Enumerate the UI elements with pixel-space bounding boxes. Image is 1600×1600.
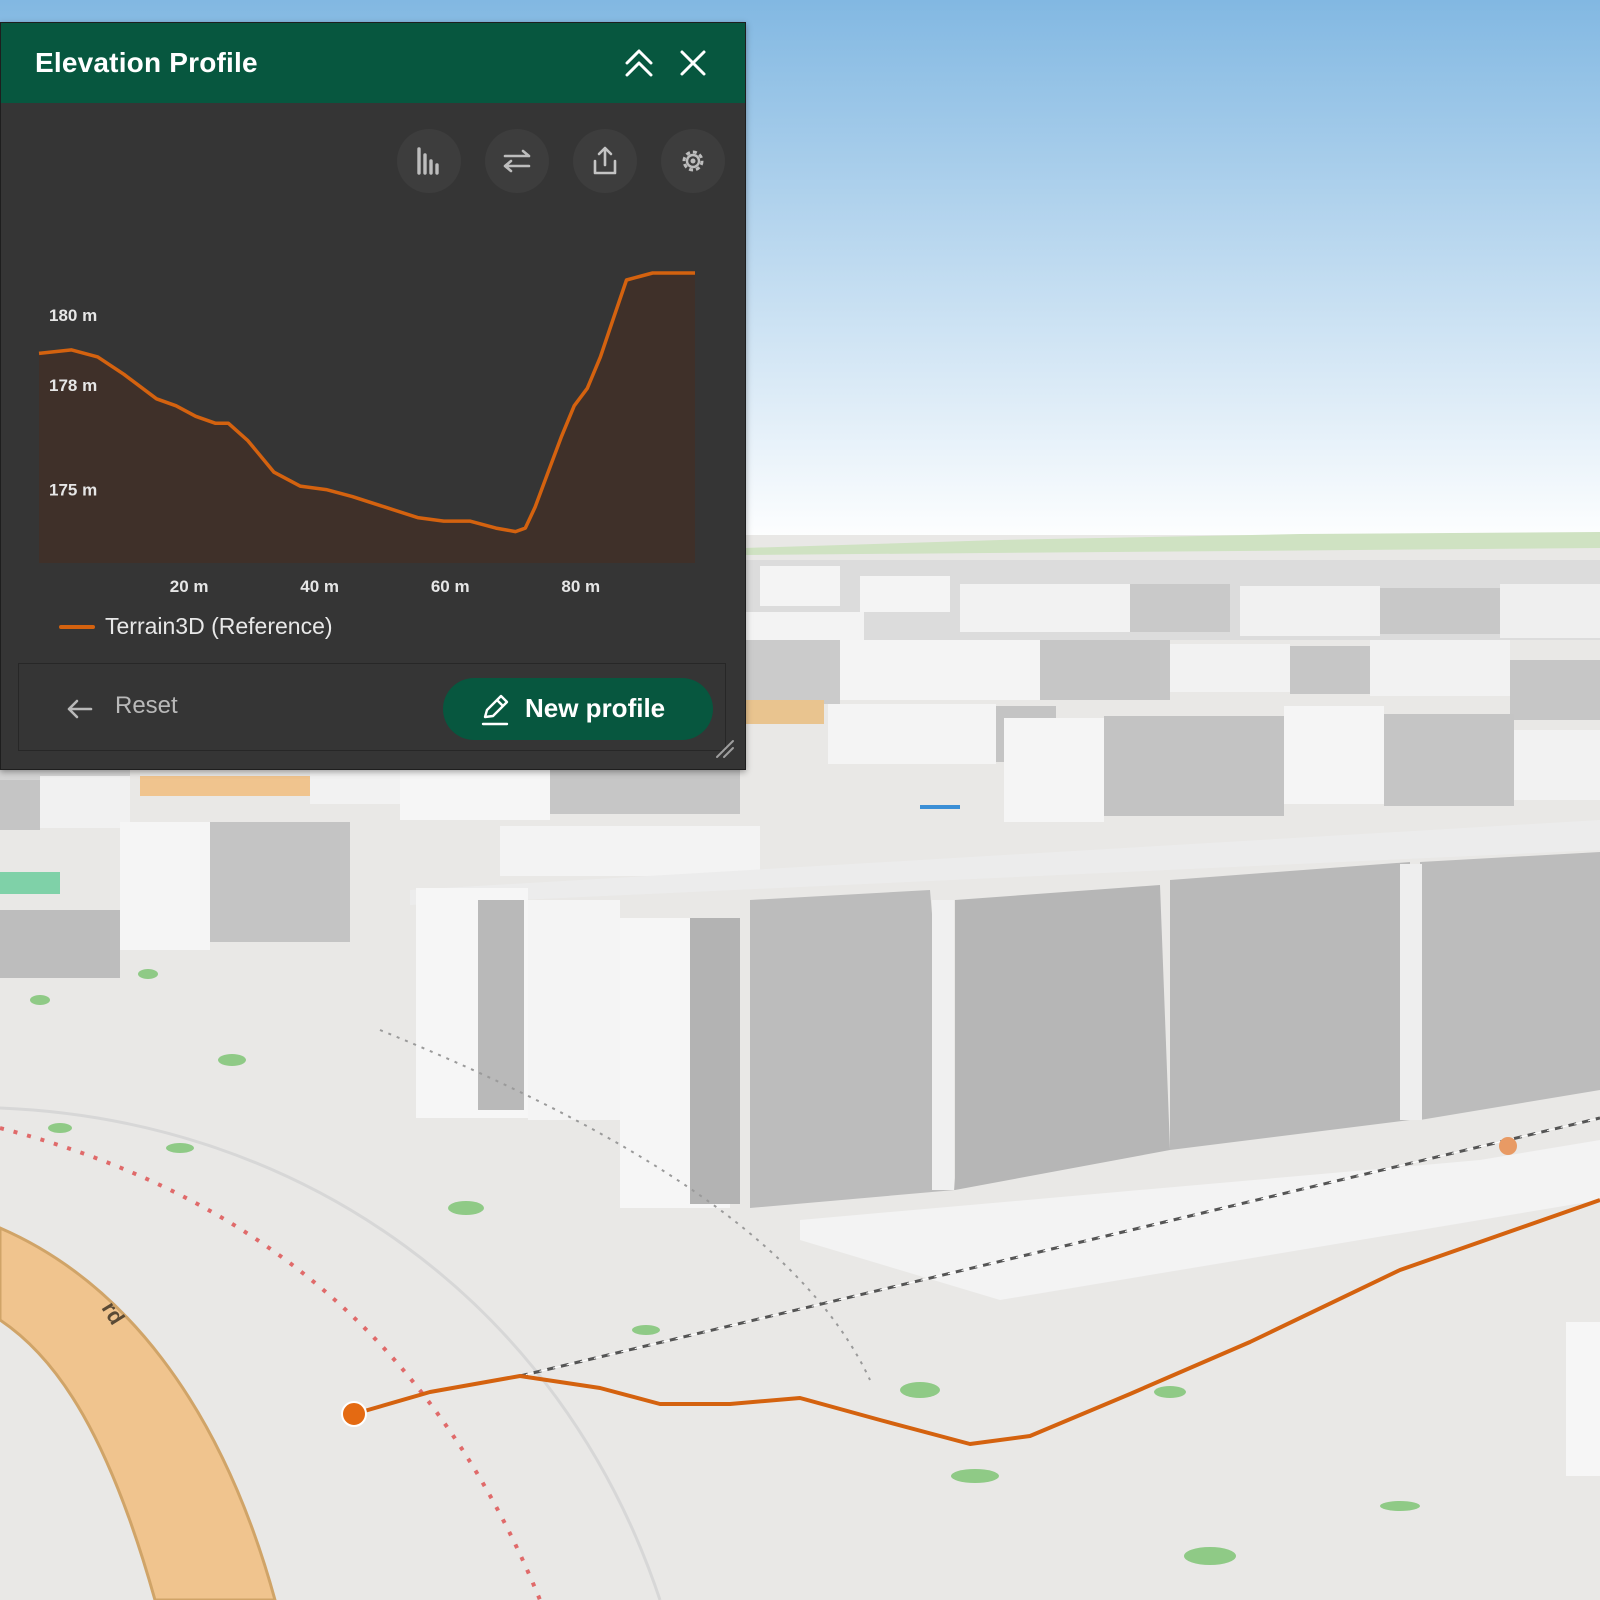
- export-button[interactable]: [573, 129, 637, 193]
- collapse-button[interactable]: [619, 43, 659, 83]
- legend-swatch: [59, 625, 95, 629]
- elevation-profile-panel: Elevation Profile 180 m 178 m 175 m 20 m…: [0, 22, 746, 770]
- x-tick-label: 80 m: [561, 577, 600, 596]
- close-icon: [680, 50, 706, 76]
- statistics-button[interactable]: [397, 129, 461, 193]
- pencil-icon: [481, 694, 509, 726]
- panel-header: Elevation Profile: [1, 23, 745, 103]
- resize-handle-icon[interactable]: [713, 737, 737, 761]
- profile-area: [39, 273, 695, 563]
- profile-midpoint-marker[interactable]: [1499, 1137, 1517, 1155]
- x-tick-label: 20 m: [170, 577, 209, 596]
- x-tick-label: 40 m: [300, 577, 339, 596]
- swap-arrows-icon: [503, 149, 531, 173]
- y-tick-label: 175 m: [49, 481, 97, 500]
- reset-label: Reset: [115, 692, 178, 719]
- panel-footer: Reset New profile: [18, 663, 726, 751]
- gear-icon: [682, 150, 704, 172]
- edge-building: [1566, 1322, 1600, 1476]
- panel-title: Elevation Profile: [35, 47, 258, 78]
- close-button[interactable]: [673, 43, 713, 83]
- new-profile-button[interactable]: New profile: [443, 678, 713, 740]
- new-profile-label: New profile: [525, 693, 666, 723]
- settings-button[interactable]: [661, 129, 725, 193]
- y-tick-label: 180 m: [49, 306, 97, 325]
- y-tick-label: 178 m: [49, 376, 97, 395]
- share-upload-icon: [593, 146, 617, 175]
- flip-profile-button[interactable]: [485, 129, 549, 193]
- bar-chart-icon: [417, 147, 439, 175]
- arrow-left-icon: [67, 699, 93, 719]
- legend-label: Terrain3D (Reference): [105, 613, 333, 639]
- chevrons-up-icon: [625, 49, 653, 77]
- elevation-chart[interactable]: 180 m 178 m 175 m 20 m 40 m 60 m 80 m: [1, 203, 745, 623]
- x-tick-label: 60 m: [431, 577, 470, 596]
- profile-start-point[interactable]: [341, 1401, 367, 1427]
